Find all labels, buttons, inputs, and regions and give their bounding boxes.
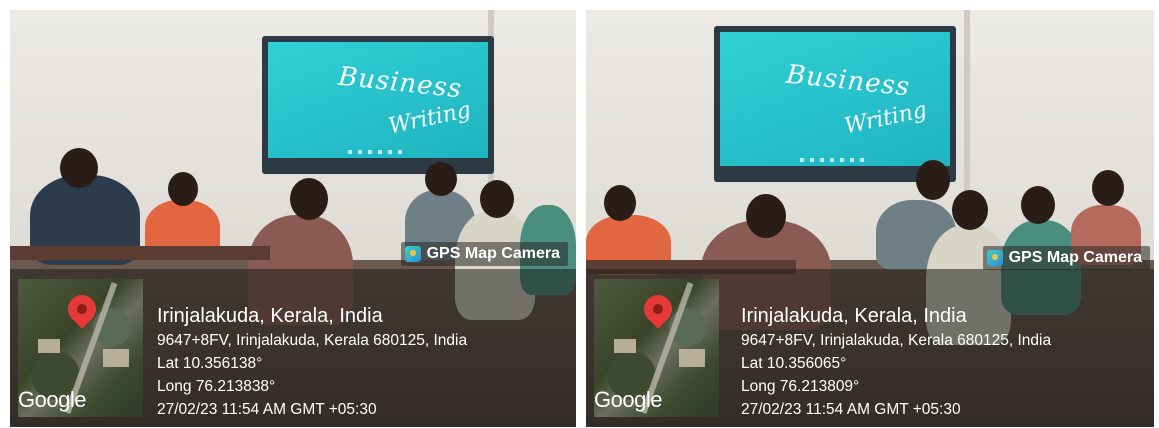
- gps-map-camera-badge: GPS Map Camera: [400, 242, 568, 266]
- location-details: Irinjalakuda, Kerala, India 9647+8FV, Ir…: [157, 303, 467, 421]
- smart-board: Business Writing: [262, 36, 494, 174]
- student-head: [746, 194, 786, 238]
- location-info-panel: Google Irinjalakuda, Kerala, India 9647+…: [10, 269, 576, 427]
- photo-right: Business Writing GPS Map Camera Google I…: [586, 10, 1154, 427]
- satellite-map-thumbnail: Google: [18, 279, 143, 417]
- map-provider-logo: Google: [18, 387, 86, 412]
- student-head: [1092, 170, 1124, 206]
- location-title: Irinjalakuda, Kerala, India: [741, 305, 967, 327]
- student-head: [425, 162, 457, 196]
- desk: [10, 246, 270, 260]
- smart-board-display: Business Writing: [720, 32, 950, 166]
- latitude: Lat 10.356138°: [157, 355, 263, 372]
- student-head: [60, 148, 98, 188]
- student-head: [168, 172, 198, 206]
- smart-board: Business Writing: [714, 26, 956, 182]
- map-building: [679, 349, 705, 367]
- screen-text-line1: Business: [784, 59, 912, 103]
- map-building: [614, 339, 636, 353]
- location-address: 9647+8FV, Irinjalakuda, Kerala 680125, I…: [157, 332, 468, 349]
- map-building: [103, 349, 129, 367]
- screen-taskbar: [348, 150, 408, 154]
- timestamp: 27/02/23 11:54 AM GMT +05:30: [741, 401, 961, 418]
- map-building: [38, 339, 60, 353]
- location-info-panel: Google Irinjalakuda, Kerala, India 9647+…: [586, 269, 1154, 427]
- gps-map-camera-badge: GPS Map Camera: [982, 246, 1150, 270]
- screen-taskbar: [800, 158, 870, 162]
- longitude: Long 76.213838°: [157, 378, 276, 395]
- latitude: Lat 10.356065°: [741, 355, 847, 372]
- student-head: [290, 178, 328, 220]
- screen-text-line2: Writing: [386, 97, 474, 140]
- gps-camera-icon: [404, 246, 421, 262]
- timestamp: 27/02/23 11:54 AM GMT +05:30: [157, 401, 377, 418]
- map-provider-logo: Google: [594, 387, 662, 412]
- gps-camera-icon: [986, 250, 1003, 266]
- satellite-map-thumbnail: Google: [594, 279, 719, 417]
- screen-text-line2: Writing: [842, 97, 930, 140]
- student-head: [952, 190, 988, 230]
- longitude: Long 76.213809°: [741, 378, 860, 395]
- student-head: [1021, 186, 1055, 224]
- student-head: [480, 180, 514, 218]
- gps-badge-label: GPS Map Camera: [1008, 249, 1142, 266]
- gps-badge-label: GPS Map Camera: [426, 245, 560, 262]
- student-head: [916, 160, 950, 200]
- location-title: Irinjalakuda, Kerala, India: [157, 305, 383, 327]
- location-address: 9647+8FV, Irinjalakuda, Kerala 680125, I…: [741, 332, 1052, 349]
- student-head: [604, 185, 636, 221]
- photo-left: Business Writing GPS Map Camera Google I…: [10, 10, 576, 427]
- smart-board-display: Business Writing: [268, 42, 488, 158]
- location-details: Irinjalakuda, Kerala, India 9647+8FV, Ir…: [741, 303, 1051, 421]
- screen-text-line1: Business: [336, 61, 464, 105]
